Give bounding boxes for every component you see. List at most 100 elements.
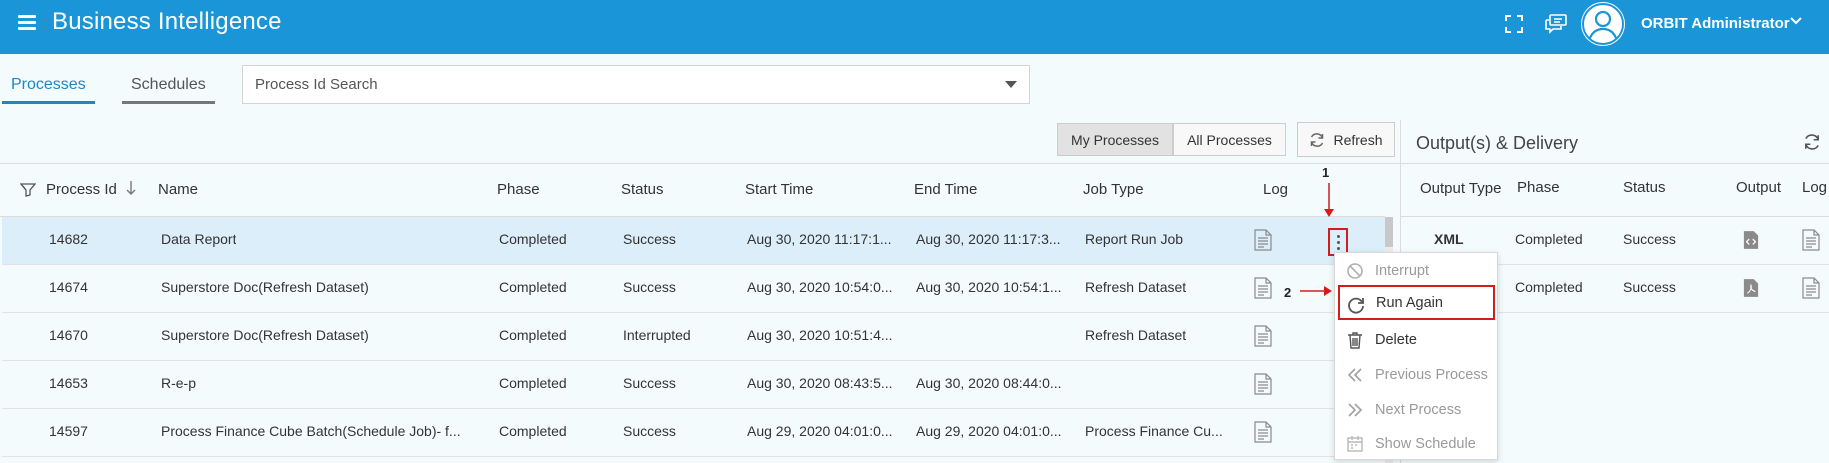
- menu-item-run-again[interactable]: Run Again: [1338, 285, 1495, 320]
- log-document-icon[interactable]: [1254, 373, 1272, 395]
- menu-item-previous-process[interactable]: Previous Process: [1335, 357, 1499, 392]
- menu-item-label: Previous Process: [1375, 366, 1488, 383]
- output-refresh-icon[interactable]: [1803, 133, 1821, 155]
- output-cell-status: Success: [1623, 231, 1676, 247]
- log-document-icon[interactable]: [1254, 421, 1272, 443]
- column-header-start-time[interactable]: Start Time: [745, 181, 813, 198]
- menu-icon[interactable]: [18, 15, 36, 31]
- menu-item-show-schedule[interactable]: Show Schedule: [1335, 426, 1499, 461]
- chevron-down-icon[interactable]: [1789, 14, 1803, 32]
- cell-name: Superstore Doc(Refresh Dataset): [161, 327, 369, 343]
- log-document-icon[interactable]: [1254, 325, 1272, 347]
- table-row[interactable]: 14674 Superstore Doc(Refresh Dataset) Comp…: [2, 265, 1385, 313]
- cell-job-type: Refresh Dataset: [1085, 279, 1187, 295]
- log-document-icon[interactable]: [1254, 229, 1272, 251]
- column-header-process-id[interactable]: Process Id: [46, 181, 117, 198]
- tab-schedules[interactable]: Schedules: [122, 70, 215, 104]
- cell-status: Success: [623, 423, 676, 439]
- avatar-icon[interactable]: [1581, 2, 1625, 46]
- top-bar: Business Intelligence ORBIT Administrato…: [0, 0, 1829, 54]
- menu-item-label: Run Again: [1376, 294, 1443, 311]
- output-column-type: Output Type: [1420, 180, 1502, 197]
- divider: [1400, 163, 1829, 164]
- cell-status: Success: [623, 231, 676, 247]
- output-cell-phase: Completed: [1515, 279, 1583, 295]
- output-cell-type: XML: [1434, 231, 1464, 247]
- ban-icon: [1347, 263, 1363, 279]
- column-header-job-type[interactable]: Job Type: [1083, 181, 1144, 198]
- xml-file-icon[interactable]: [1743, 230, 1759, 254]
- cell-phase: Completed: [499, 231, 567, 247]
- output-column-phase: Phase: [1517, 179, 1560, 196]
- column-header-log: Log: [1263, 181, 1289, 198]
- cell-status: Success: [623, 279, 676, 295]
- trash-icon: [1348, 332, 1362, 349]
- table-row[interactable]: 14682 Data Report Completed Success Aug 30, …: [2, 217, 1385, 265]
- filter-icon[interactable]: [19, 183, 37, 201]
- context-menu: Interrupt Run Again Delete Previous Proc…: [1334, 252, 1498, 460]
- rerun-icon: [1348, 297, 1364, 314]
- refresh-icon: [1311, 132, 1324, 147]
- menu-item-interrupt[interactable]: Interrupt: [1335, 253, 1499, 288]
- cell-start-time: Aug 30, 2020 08:43:5...: [747, 375, 893, 391]
- log-document-icon[interactable]: [1802, 229, 1820, 255]
- cell-start-time: Aug 30, 2020 10:54:0...: [747, 279, 893, 295]
- refresh-button[interactable]: Refresh: [1297, 122, 1395, 157]
- cell-job-type: Refresh Dataset: [1085, 327, 1187, 343]
- calendar-icon: [1347, 436, 1363, 452]
- cell-phase: Completed: [499, 279, 567, 295]
- cell-name: Process Finance Cube Batch(Schedule Job)…: [161, 423, 461, 439]
- cell-status: Success: [623, 375, 676, 391]
- table-row[interactable]: 14597 Process Finance Cube Batch(Schedule…: [2, 409, 1385, 457]
- cell-end-time: Aug 30, 2020 08:44:0...: [916, 375, 1062, 391]
- menu-item-label: Next Process: [1375, 401, 1462, 418]
- cell-process-id: 14682: [49, 231, 88, 247]
- app-title: Business Intelligence: [52, 8, 282, 35]
- scrollbar-thumb[interactable]: [1385, 217, 1393, 247]
- cell-start-time: Aug 29, 2020 04:01:0...: [747, 423, 893, 439]
- user-name[interactable]: ORBIT Administrator: [1641, 15, 1790, 32]
- log-document-icon[interactable]: [1802, 277, 1820, 303]
- log-document-icon[interactable]: [1254, 277, 1272, 299]
- menu-item-next-process[interactable]: Next Process: [1335, 392, 1499, 427]
- callout-arrow-2: [1300, 286, 1332, 296]
- tab-processes[interactable]: Processes: [2, 70, 95, 104]
- output-cell-phase: Completed: [1515, 231, 1583, 247]
- all-processes-button[interactable]: All Processes: [1173, 123, 1286, 156]
- table-row[interactable]: 14653 R-e-p Completed Success Aug 30, 2020 0…: [2, 361, 1385, 409]
- cell-process-id: 14670: [49, 327, 88, 343]
- my-processes-button[interactable]: My Processes: [1057, 123, 1173, 156]
- cell-start-time: Aug 30, 2020 10:51:4...: [747, 327, 893, 343]
- output-column-output: Output: [1736, 179, 1782, 196]
- callout-step-1: 1: [1322, 165, 1330, 180]
- column-header-status[interactable]: Status: [621, 181, 664, 198]
- callout-step-2: 2: [1284, 285, 1292, 300]
- output-cell-status: Success: [1623, 279, 1676, 295]
- dropdown-caret-icon[interactable]: [1005, 81, 1017, 88]
- chat-icon[interactable]: [1544, 12, 1568, 36]
- fullscreen-icon[interactable]: [1502, 12, 1526, 36]
- output-column-log: Log: [1802, 179, 1828, 196]
- menu-item-delete[interactable]: Delete: [1335, 322, 1499, 357]
- process-id-search[interactable]: [242, 65, 1030, 104]
- divider: [0, 163, 1400, 164]
- sort-down-icon[interactable]: [126, 180, 136, 200]
- refresh-label: Refresh: [1333, 131, 1383, 148]
- output-column-status: Status: [1623, 179, 1666, 196]
- column-header-end-time[interactable]: End Time: [914, 181, 977, 198]
- cell-name: R-e-p: [161, 375, 197, 391]
- cell-process-id: 14597: [49, 423, 88, 439]
- cell-end-time: Aug 30, 2020 10:54:1...: [916, 279, 1062, 295]
- output-panel-title: Output(s) & Delivery: [1416, 133, 1579, 153]
- pdf-file-icon[interactable]: [1743, 278, 1759, 302]
- cell-name: Superstore Doc(Refresh Dataset): [161, 279, 369, 295]
- cell-process-id: 14674: [49, 279, 88, 295]
- search-input[interactable]: [243, 66, 963, 103]
- table-row[interactable]: 14670 Superstore Doc(Refresh Dataset) Comp…: [2, 313, 1385, 361]
- cell-job-type: Process Finance Cu...: [1085, 423, 1223, 439]
- column-header-phase[interactable]: Phase: [497, 181, 540, 198]
- cell-start-time: Aug 30, 2020 11:17:1...: [747, 231, 892, 247]
- cell-end-time: Aug 30, 2020 11:17:3...: [916, 231, 1061, 247]
- cell-phase: Completed: [499, 423, 567, 439]
- column-header-name[interactable]: Name: [158, 181, 198, 198]
